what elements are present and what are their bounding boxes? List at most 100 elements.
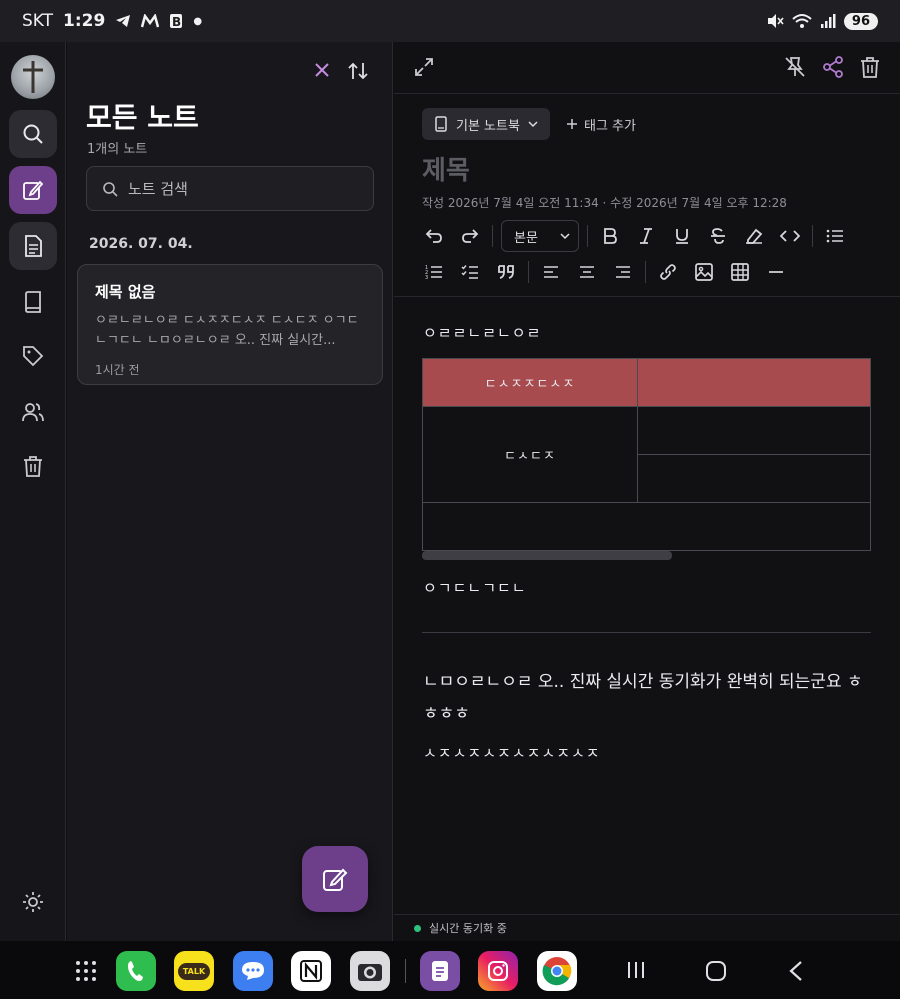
image-button[interactable] [686,254,722,290]
rail-search-button[interactable] [9,110,57,158]
sync-status-label: 실시간 동기화 중 [429,922,507,935]
redo-button[interactable] [452,218,488,254]
notebook-label: 기본 노트북 [456,118,520,134]
rail-new-note-button[interactable] [9,166,57,214]
italic-button[interactable] [628,218,664,254]
strikethrough-icon [711,228,725,244]
app-drawer-button[interactable] [66,951,106,991]
redo-icon [462,229,479,243]
note-title-input[interactable]: 제목 [422,150,470,187]
table-cell[interactable] [637,454,871,503]
horizontal-rule-button[interactable] [758,254,794,290]
toolbar-divider [812,225,813,247]
table-header-cell[interactable]: ㄷㅅㅈㅈㄷㅅㅈ [422,358,638,407]
expand-icon[interactable] [414,57,434,77]
table-button[interactable] [722,254,758,290]
search-placeholder: 노트 검색 [128,180,188,198]
align-center-icon [580,266,594,278]
avatar[interactable] [11,55,55,99]
underline-button[interactable] [664,218,700,254]
camera-app[interactable] [350,951,390,991]
signal-icon [820,14,836,28]
kakaotalk-app[interactable]: TALK [174,951,214,991]
battery-indicator: 96 [843,12,878,30]
rail-trash-button[interactable] [9,442,57,490]
horizontal-rule-icon [769,271,783,273]
list-item[interactable]: 제목 없음 ㅇㄹㄴㄹㄴㅇㄹ ㄷㅅㅈㅈㄷㅅㅈ ㄷㅅㄷㅈ ㅇㄱㄷㄴㄱㄷㄴ ㄴㅁㅇㄹㄴ… [77,264,383,385]
rail-notebooks-button[interactable] [9,278,57,326]
chevron-down-icon [560,233,570,240]
new-note-button[interactable] [302,846,368,912]
sort-icon[interactable] [348,62,368,80]
telegram-icon [116,15,131,27]
search-icon [23,124,43,144]
notification-dot-icon: ● [193,15,203,27]
numbered-list-button[interactable]: 123 [416,254,452,290]
align-center-button[interactable] [569,254,605,290]
align-left-button[interactable] [533,254,569,290]
wifi-icon [792,14,812,28]
quote-icon [498,265,514,279]
notes-app[interactable] [420,951,460,991]
rail-shared-button[interactable] [9,388,57,436]
close-icon[interactable] [314,62,330,78]
recents-icon [628,962,644,978]
recents-button[interactable] [626,960,646,984]
table-cell[interactable]: ㄷㅅㄷㅈ [422,406,638,503]
quote-button[interactable] [488,254,524,290]
note-count: 1개의 노트 [87,142,148,157]
highlight-button[interactable] [736,218,772,254]
search-input[interactable]: 노트 검색 [86,166,374,211]
chrome-app[interactable] [537,951,577,991]
paragraph[interactable]: ㅇㄱㄷㄴㄱㄷㄴ [423,577,527,598]
b-app-icon: B [170,14,183,29]
rail-theme-button[interactable] [9,878,57,926]
notebook-selector[interactable]: 기본 노트북 [422,108,550,140]
paragraph[interactable]: ㅇㄹㄹㄴㄹㄴㅇㄹ [423,322,541,343]
table-cell[interactable] [637,406,871,455]
m-app-icon [141,14,160,28]
toolbar-divider [645,261,646,283]
back-button[interactable] [788,960,804,986]
paragraph[interactable]: ㄴㅁㅇㄹㄴㅇㄹ 오.. 진짜 실시간 동기화가 완벽히 되는군요 ㅎㅎㅎㅎ [423,666,873,730]
add-tag-button[interactable]: 태그 추가 [566,108,636,140]
block-type-select[interactable]: 본문 [501,220,579,252]
bullet-list-button[interactable] [817,218,853,254]
home-button[interactable] [705,960,727,986]
note-item-title: 제목 없음 [95,283,156,301]
paragraph[interactable]: ㅅㅈㅅㅈㅅㅈㅅㅈㅅㅈㅅㅈ [423,742,601,763]
align-right-icon [616,266,630,278]
checklist-icon [461,265,478,279]
link-button[interactable] [650,254,686,290]
code-button[interactable] [772,218,808,254]
profile-cross-icon [23,61,43,93]
code-icon [780,230,800,242]
editor-topbar [394,42,900,94]
content-table[interactable]: ㄷㅅㅈㅈㄷㅅㅈ ㄷㅅㄷㅈ [422,358,871,551]
instagram-app[interactable] [478,951,518,991]
undo-button[interactable] [416,218,452,254]
plus-icon [567,119,577,129]
horizontal-rule [422,632,871,633]
notion-app[interactable] [291,951,331,991]
rail-all-notes-button[interactable] [9,222,57,270]
messages-app[interactable] [233,951,273,991]
sun-icon [23,892,43,912]
strikethrough-button[interactable] [700,218,736,254]
table-cell[interactable] [422,502,871,551]
share-icon[interactable] [822,56,844,78]
camera-icon [358,964,382,981]
table-header-cell[interactable] [637,358,871,407]
checklist-button[interactable] [452,254,488,290]
trash-icon[interactable] [860,56,880,78]
instagram-icon [488,961,508,981]
italic-icon [640,228,652,244]
rail-tags-button[interactable] [9,332,57,380]
bold-button[interactable] [592,218,628,254]
unpin-icon[interactable] [784,56,806,78]
align-right-button[interactable] [605,254,641,290]
table-scrollbar[interactable] [422,551,672,560]
date-group-header: 2026. 07. 04. [89,236,193,252]
phone-app[interactable] [116,951,156,991]
toolbar-bottom-border [394,296,900,297]
